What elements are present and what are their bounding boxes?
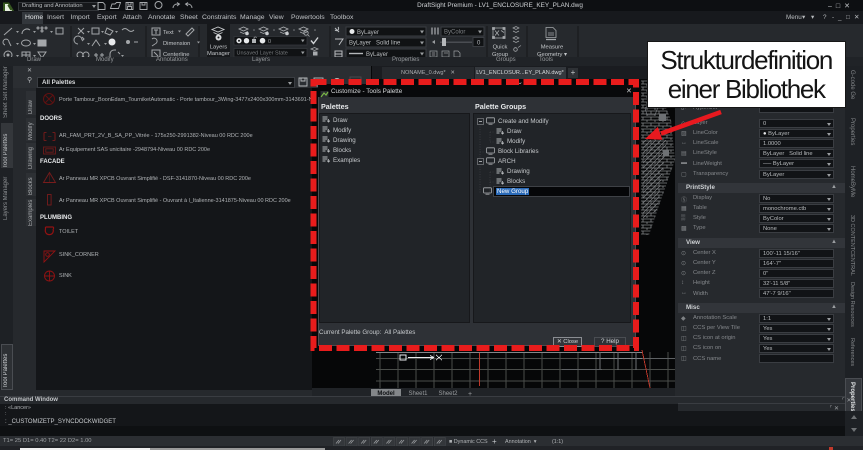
svg-text:ByLayer: ByLayer [357,30,379,36]
svg-text:Unsaved Layer State: Unsaved Layer State [237,51,288,57]
svg-text:0: 0 [268,39,271,45]
svg-text:Measure: Measure [541,45,564,51]
svg-text:Dimension: Dimension [163,41,190,47]
svg-text:Quick: Quick [493,45,508,51]
svg-text:Layers: Layers [210,45,228,51]
svg-text:Text: Text [163,30,174,36]
svg-text:ByLayer Solid line: ByLayer Solid line [349,41,401,47]
svg-text:ByColor: ByColor [444,30,465,36]
